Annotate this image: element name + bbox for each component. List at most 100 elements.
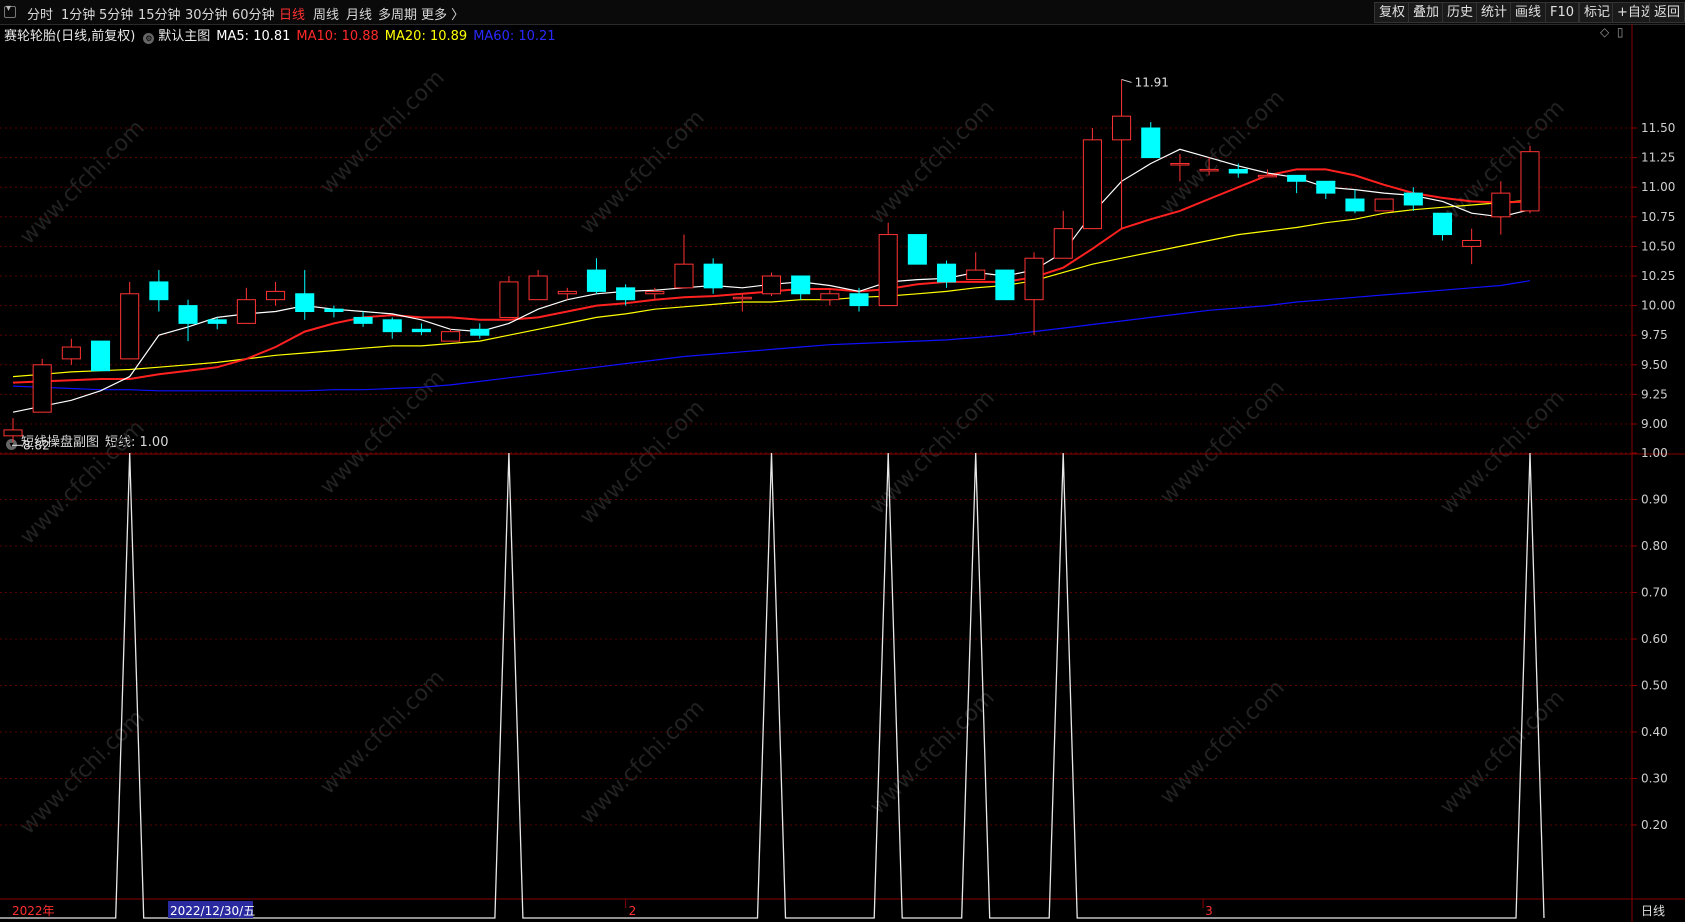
candle-34 [995, 269, 1015, 301]
candle-body-18 [528, 275, 548, 301]
sub-ytick-label-4: 0.60 [1641, 632, 1668, 646]
candle-body-31 [907, 234, 927, 265]
candle-body-5 [149, 281, 169, 301]
candle-body-17 [499, 281, 519, 318]
candle-24 [703, 258, 723, 294]
candle-14 [411, 323, 431, 336]
main-ytick-label-5: 10.25 [1641, 269, 1675, 283]
time-axis-month-2: 2 [629, 904, 637, 918]
candle-17 [499, 276, 519, 318]
candle-body-22 [645, 290, 665, 295]
candle-body-2 [61, 346, 81, 360]
sub-ytick-label-0: 0.20 [1641, 818, 1668, 832]
candle-body-26 [761, 275, 782, 295]
main-ytick-label-0: 9.00 [1641, 417, 1668, 431]
high-annotation: 11.91 [1135, 75, 1169, 89]
toolbar-button-4[interactable]: 画线 [1510, 2, 1547, 23]
candle-body-16 [470, 328, 490, 336]
candle-body-15 [441, 331, 461, 342]
main-ytick-label-1: 9.25 [1641, 387, 1668, 401]
candle-18 [528, 270, 548, 301]
candle-body-50 [1462, 239, 1482, 247]
period-tab-10[interactable]: 更多 〉 [421, 4, 464, 23]
toolbar-button-5[interactable]: F10 [1545, 2, 1580, 23]
period-tab-9[interactable]: 多周期 [378, 4, 417, 23]
candle-body-47 [1374, 198, 1394, 212]
candle-body-52 [1520, 151, 1540, 212]
period-tab-2[interactable]: 5分钟 [99, 4, 133, 23]
candle-body-10 [295, 293, 315, 313]
time-axis-month-3: 3 [1205, 904, 1213, 918]
toolbar-menu-icon[interactable]: ▾ [4, 3, 16, 18]
candle-body-42 [1228, 168, 1248, 174]
candle-body-51 [1491, 192, 1511, 218]
candle-body-36 [1053, 228, 1073, 259]
toolbar-button-2[interactable]: 历史 [1442, 2, 1479, 23]
candle-26 [761, 272, 782, 297]
toolbar-button-6[interactable]: 标记 [1579, 2, 1616, 23]
period-tab-6[interactable]: 日线 [279, 4, 305, 23]
toolbar-button-3[interactable]: 统计 [1476, 2, 1513, 23]
candle-16 [470, 323, 490, 339]
candle-2 [61, 338, 81, 365]
candle-body-13 [382, 319, 402, 333]
chart-canvas: 9.00 9.25 9.50 9.75 10.00 10.25 10.50 10.75 11.0… [0, 24, 1685, 922]
candle-46 [1345, 189, 1365, 214]
candle-12 [353, 311, 373, 327]
candle-body-8 [236, 299, 256, 324]
candle-8 [236, 287, 256, 324]
candle-20 [586, 258, 607, 294]
candle-41 [1199, 157, 1219, 176]
period-tab-5[interactable]: 60分钟 [232, 4, 275, 23]
candle-body-24 [703, 263, 723, 289]
candle-23 [674, 234, 694, 289]
candle-body-28 [820, 293, 840, 301]
candle-38 [1112, 79, 1132, 229]
period-tab-4[interactable]: 30分钟 [185, 4, 228, 23]
candle-44 [1287, 174, 1307, 194]
candle-body-41 [1199, 168, 1219, 172]
candle-body-21 [616, 287, 636, 301]
candle-body-48 [1403, 192, 1423, 206]
candle-45 [1316, 180, 1336, 200]
candle-body-45 [1316, 180, 1336, 194]
candle-body-40 [1170, 163, 1190, 166]
candle-body-3 [90, 340, 111, 372]
toolbar-button-8[interactable]: 返回 [1649, 2, 1685, 23]
toolbar-button-1[interactable]: 叠加 [1408, 2, 1445, 23]
toolbar-button-0[interactable]: 复权 [1374, 2, 1411, 23]
low-annotation: 8.82 [23, 438, 50, 452]
candle-27 [791, 275, 811, 300]
period-tab-7[interactable]: 周线 [313, 4, 339, 23]
period-tab-3[interactable]: 15分钟 [138, 4, 181, 23]
candle-body-30 [878, 234, 898, 307]
candle-body-9 [266, 290, 286, 301]
candle-52 [1520, 145, 1540, 214]
candle-15 [441, 329, 461, 342]
main-ytick-label-9: 11.25 [1641, 151, 1675, 165]
candle-body-1 [32, 364, 52, 413]
candle-body-29 [849, 293, 869, 307]
time-axis-year: 2022年 [12, 904, 55, 918]
candle-body-6 [178, 305, 198, 324]
period-tab-0[interactable]: 分时 [27, 4, 53, 23]
time-axis-period-label: 日线 [1641, 904, 1665, 918]
candle-31 [907, 234, 927, 265]
candle-body-34 [995, 269, 1015, 301]
period-tab-1[interactable]: 1分钟 [61, 4, 95, 23]
main-ytick-label-2: 9.50 [1641, 358, 1668, 372]
main-ytick-label-6: 10.50 [1641, 239, 1675, 253]
candle-body-43 [1257, 174, 1277, 178]
period-tab-8[interactable]: 月线 [346, 4, 372, 23]
candle-49 [1432, 212, 1453, 241]
candle-body-7 [207, 319, 227, 324]
candle-body-12 [353, 316, 373, 324]
main-ytick-label-7: 10.75 [1641, 210, 1675, 224]
sub-ytick-label-7: 0.90 [1641, 493, 1668, 507]
candle-body-49 [1432, 212, 1453, 236]
candle-body-39 [1141, 127, 1161, 159]
candle-36 [1053, 210, 1073, 259]
candle-37 [1082, 128, 1102, 230]
sub-ytick-label-1: 0.30 [1641, 772, 1668, 786]
main-ytick-label-3: 9.75 [1641, 328, 1668, 342]
